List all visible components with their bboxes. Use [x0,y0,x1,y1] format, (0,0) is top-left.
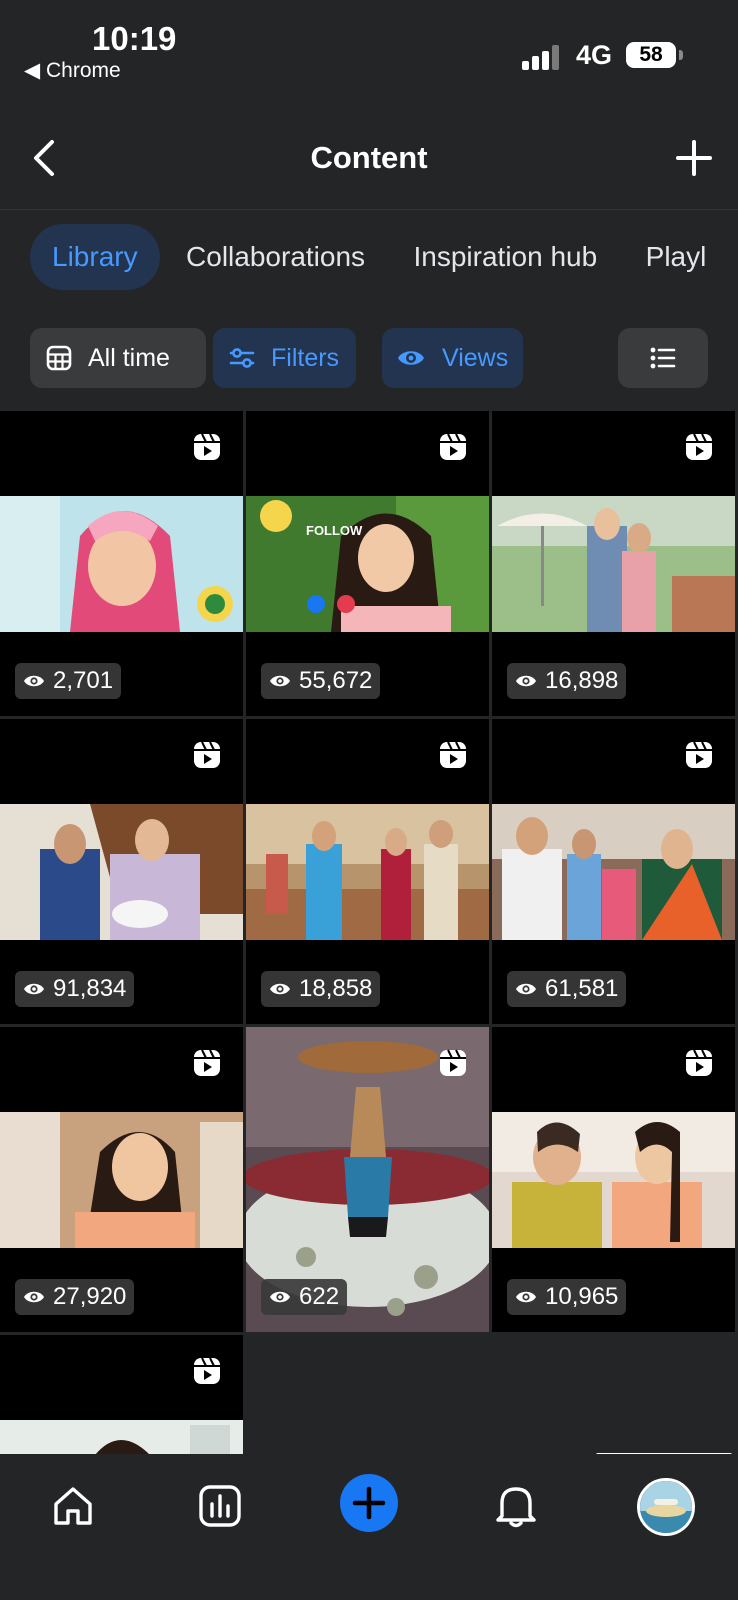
views-count: 2,701 [53,667,114,694]
reels-icon [194,1049,220,1076]
reel-tile[interactable]: 622 [246,1027,489,1332]
eye-icon [270,675,290,687]
page-title: Content [310,140,428,175]
nav-home[interactable] [43,1476,103,1536]
reel-thumbnail [246,804,489,940]
views-count: 10,965 [545,1283,619,1310]
battery-indicator: 58 [626,42,676,68]
nav-notifications[interactable] [486,1476,546,1536]
header-divider [0,209,738,210]
time-range-button[interactable]: All time [30,328,206,388]
nav-insights[interactable] [190,1476,250,1536]
reels-icon [440,1049,466,1076]
eye-icon [270,983,290,995]
reel-thumbnail [492,1112,735,1248]
eye-icon [24,1291,44,1303]
reel-tile[interactable] [0,1335,243,1455]
reel-thumbnail [246,496,489,632]
reels-icon [686,1049,712,1076]
views-count: 27,920 [53,1283,127,1310]
views-count-badge: 622 [261,1279,348,1315]
content-tabs: Library Collaborations Inspiration hub P… [30,224,728,290]
status-time: 10:19 [92,20,177,57]
eye-icon [24,675,44,687]
reels-icon [686,741,712,768]
plus-icon [352,1486,386,1520]
views-count-badge: 18,858 [261,971,381,1007]
plus-icon [676,140,712,176]
thumbnail-follow-text: FOLLOW [306,523,363,538]
views-count-badge: 2,701 [15,663,122,699]
reels-icon [440,433,466,460]
filters-button[interactable]: Filters [213,328,356,388]
eye-icon [516,983,536,995]
calendar-grid-icon [46,345,72,371]
views-count: 622 [299,1283,340,1310]
reels-icon [686,433,712,460]
views-count-badge: 10,965 [507,1279,627,1315]
tab-playlists[interactable]: Playl [624,224,729,290]
views-count-badge: 16,898 [507,663,627,699]
avatar-image [640,1481,692,1533]
create-button[interactable] [340,1474,398,1532]
status-bar: 10:19 ◀ Chrome 4G 58 [0,0,738,100]
reel-tile[interactable]: 61,581 [492,719,735,1024]
reel-tile[interactable]: FOLLOW 55,672 [246,411,489,716]
views-count: 16,898 [545,667,619,694]
page-header: Content [0,118,738,204]
bottom-navigation [0,1454,738,1600]
reel-thumbnail [0,1112,243,1248]
views-label: Views [442,343,509,372]
reel-thumbnail [0,1420,243,1455]
reel-thumbnail [0,496,243,632]
reels-icon [194,433,220,460]
time-range-label: All time [88,343,170,372]
tab-collaborations[interactable]: Collaborations [164,224,387,290]
views-count: 91,834 [53,975,127,1002]
views-count: 55,672 [299,667,373,694]
reel-thumbnail [0,804,243,940]
reels-icon [440,741,466,768]
profile-avatar[interactable] [637,1478,695,1536]
views-count: 61,581 [545,975,619,1002]
reel-tile[interactable]: 16,898 [492,411,735,716]
eye-icon [398,351,424,365]
eye-icon [516,1291,536,1303]
reel-tile[interactable]: 10,965 [492,1027,735,1332]
views-metric-button[interactable]: Views [382,328,523,388]
views-count-badge: 61,581 [507,971,627,1007]
reel-tile[interactable]: 18,858 [246,719,489,1024]
filters-label: Filters [271,343,340,372]
eye-icon [516,675,536,687]
tab-inspiration-hub[interactable]: Inspiration hub [392,224,620,290]
eye-icon [24,983,44,995]
list-view-button[interactable] [618,328,708,388]
tab-library[interactable]: Library [30,224,160,290]
views-count-badge: 55,672 [261,663,381,699]
list-view-icon [650,347,676,369]
back-to-app-link[interactable]: ◀ Chrome [24,58,121,83]
network-type: 4G [576,40,613,70]
eye-icon [270,1291,290,1303]
insights-icon [199,1485,241,1527]
reel-thumbnail [492,496,735,632]
cellular-signal-icon [522,44,562,70]
battery-tip [679,50,683,60]
views-count-badge: 91,834 [15,971,135,1007]
views-count: 18,858 [299,975,373,1002]
reel-tile[interactable]: 27,920 [0,1027,243,1332]
reel-tile[interactable]: 2,701 [0,411,243,716]
reels-icon [194,1357,220,1384]
reels-icon [194,741,220,768]
sliders-icon [229,348,255,368]
bell-icon [496,1487,536,1528]
views-count-badge: 27,920 [15,1279,135,1315]
add-content-button[interactable] [672,136,716,180]
reel-thumbnail [492,804,735,940]
reel-tile[interactable]: 91,834 [0,719,243,1024]
home-icon [54,1487,92,1525]
